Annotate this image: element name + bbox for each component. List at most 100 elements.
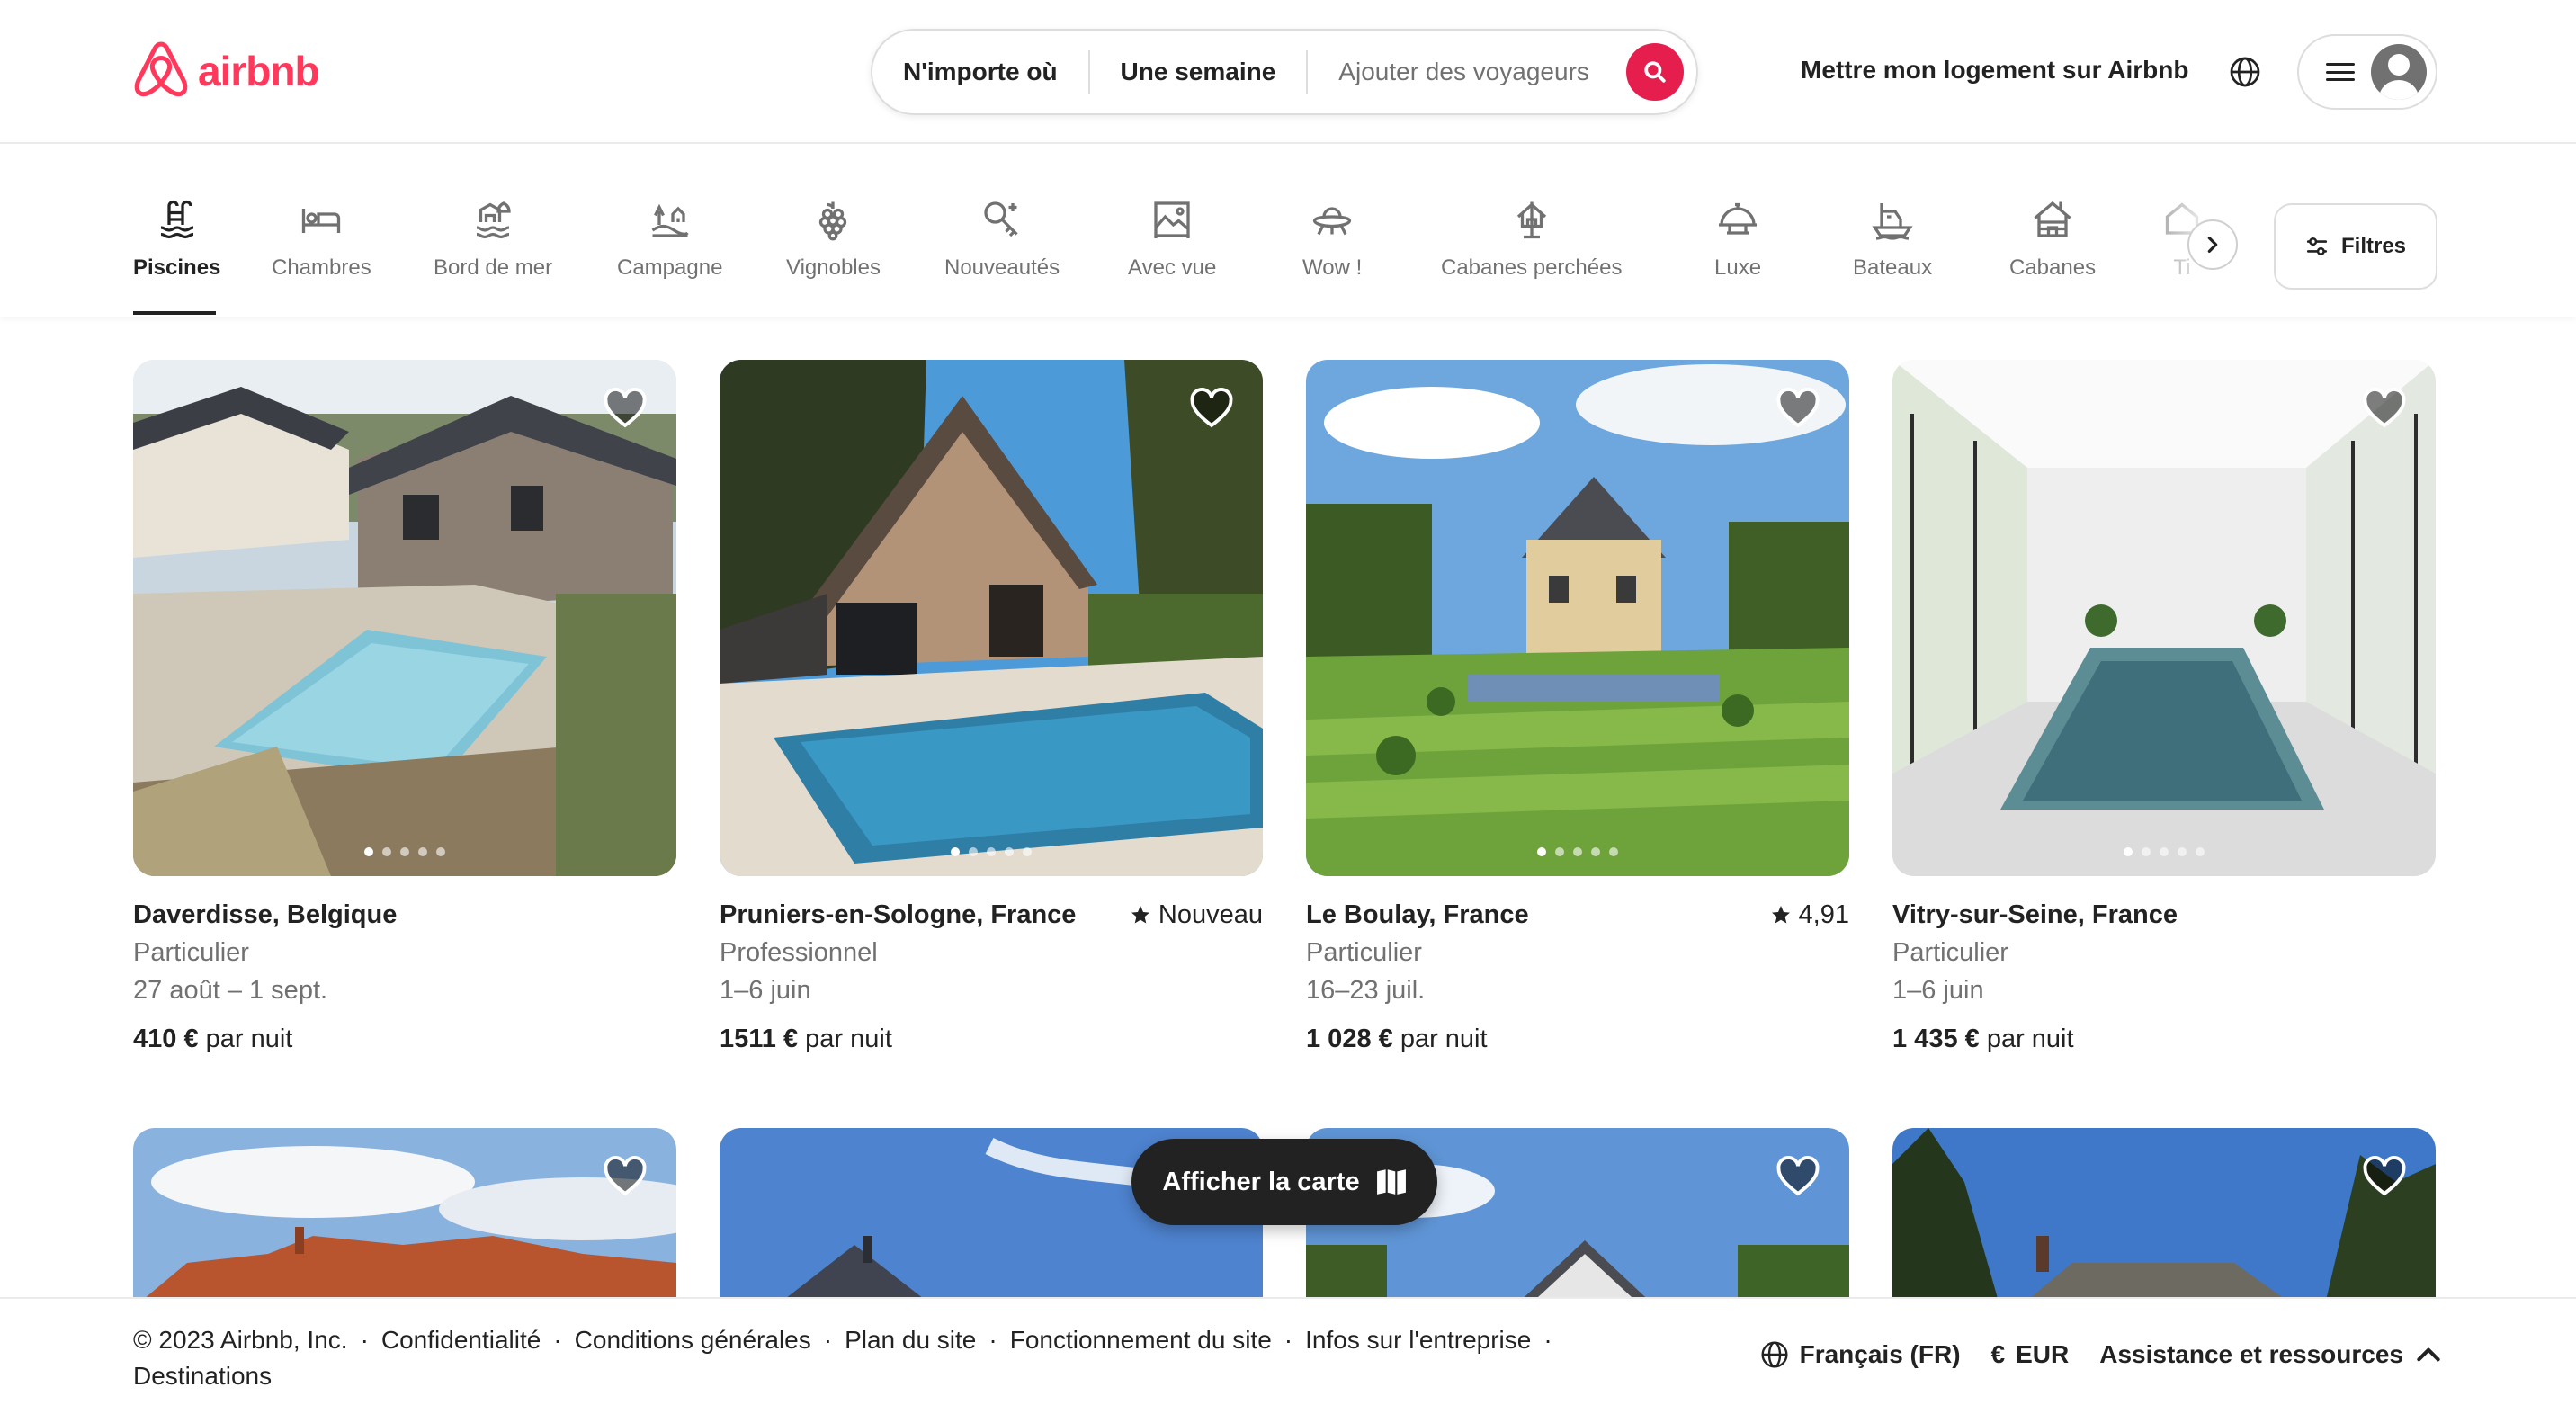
category-cabanes[interactable]: Cabanes [2009, 198, 2096, 281]
view-icon [1154, 201, 1190, 238]
listing-info: Le Boulay, France 4,91 Particulier 16–23… [1306, 896, 1849, 1058]
bed-icon [302, 209, 341, 233]
host-link[interactable]: Mettre mon logement sur Airbnb [1801, 56, 2188, 85]
heart-icon[interactable] [603, 1155, 648, 1196]
key-sparkle-icon [984, 201, 1018, 237]
listing-location: Le Boulay, France [1306, 900, 1529, 929]
footer-links: © 2023 Airbnb, Inc. · Confidentialité · Cond… [133, 1322, 1626, 1394]
listing-photo[interactable] [1892, 360, 2436, 876]
category-label: Campagne [617, 255, 723, 280]
filters-button[interactable]: Filtres [2274, 203, 2437, 290]
category-bateaux[interactable]: Bateaux [1853, 198, 1932, 281]
listing-price-amount: 410 € [133, 1025, 199, 1053]
listing-price-amount: 1 435 € [1892, 1025, 1980, 1053]
listing-price: 1511 € par nuit [720, 1020, 1263, 1058]
listing-photo[interactable] [720, 360, 1263, 876]
support-button[interactable]: Assistance et ressources [2099, 1340, 2443, 1369]
listing-price-amount: 1511 € [720, 1025, 799, 1053]
footer-link-privacy[interactable]: Confidentialité [381, 1326, 541, 1354]
category-bord-de-mer[interactable]: Bord de mer [434, 198, 552, 281]
treehouse-icon [1516, 201, 1546, 239]
category-next-button[interactable] [2187, 219, 2238, 270]
footer-settings: Français (FR) € EUR Assistance et ressou… [1760, 1340, 2443, 1369]
category-vignobles[interactable]: Vignobles [786, 198, 881, 281]
user-menu-button[interactable] [2297, 34, 2437, 110]
globe-icon[interactable] [2229, 56, 2261, 88]
heart-icon[interactable] [1189, 387, 1234, 428]
listing-card[interactable]: Vitry-sur-Seine, France Particulier 1–6 … [1892, 360, 2436, 1058]
footer-separator: · [988, 1326, 997, 1354]
listing-host-type: Professionnel [720, 938, 878, 967]
language-label: Français (FR) [1799, 1340, 1961, 1368]
listing-dates: 1–6 juin [720, 976, 811, 1005]
listing-price: 410 € par nuit [133, 1020, 676, 1058]
category-label: Bateaux [1853, 255, 1933, 280]
listing-card[interactable]: Le Boulay, France 4,91 Particulier 16–23… [1306, 360, 1849, 1058]
footer-link-destinations[interactable]: Destinations [133, 1362, 272, 1390]
heart-icon[interactable] [1775, 1155, 1820, 1196]
search-guests[interactable]: Ajouter des voyageurs [1308, 58, 1620, 86]
grapes-icon [819, 201, 847, 241]
currency-label: EUR [2016, 1340, 2070, 1368]
category-label: Chambres [272, 255, 371, 280]
currency-button[interactable]: € EUR [1991, 1340, 2070, 1369]
heart-icon[interactable] [1775, 387, 1820, 428]
airbnb-logo-icon [134, 41, 188, 97]
sliders-icon [2306, 237, 2328, 255]
star-icon [1771, 906, 1790, 924]
listing-photo[interactable] [1306, 360, 1849, 876]
language-button[interactable]: Français (FR) [1760, 1340, 1961, 1369]
listing-dates: 27 août – 1 sept. [133, 976, 328, 1005]
category-cabanes-perchees[interactable]: Cabanes perchées [1441, 198, 1622, 281]
category-avec-vue[interactable]: Avec vue [1128, 198, 1216, 281]
category-label: Cabanes perchées [1441, 255, 1623, 280]
listing-card[interactable]: Daverdisse, Belgique Particulier 27 août… [133, 360, 676, 1058]
heart-icon[interactable] [2362, 1155, 2407, 1196]
footer-link-how-it-works[interactable]: Fonctionnement du site [1010, 1326, 1272, 1354]
listing-card[interactable] [1892, 1128, 2436, 1308]
luxe-icon [1719, 202, 1758, 235]
category-bar: Piscines Chambres Bord de mer Campagne V… [0, 146, 2576, 317]
search-where[interactable]: N'importe où [872, 58, 1088, 86]
heart-icon[interactable] [603, 387, 648, 428]
footer-link-sitemap[interactable]: Plan du site [845, 1326, 976, 1354]
footer-separator: · [553, 1326, 562, 1354]
heart-icon[interactable] [2362, 387, 2407, 428]
footer-separator: · [1284, 1326, 1293, 1354]
airbnb-logo[interactable]: airbnb [133, 41, 320, 101]
footer-link-company[interactable]: Infos sur l'entreprise [1305, 1326, 1531, 1354]
currency-symbol: € [1990, 1340, 2006, 1368]
category-label: Cabanes [2009, 255, 2097, 280]
category-label: Avec vue [1128, 255, 1217, 280]
listing-rating: 4,91 [1770, 896, 1849, 934]
listing-photo[interactable] [133, 360, 676, 876]
search-bar[interactable]: N'importe où Une semaine Ajouter des voy… [871, 29, 1698, 115]
chevron-right-icon [2207, 237, 2218, 253]
category-wow[interactable]: Wow ! [1302, 198, 1362, 281]
listing-image [133, 360, 676, 876]
category-piscines[interactable]: Piscines [133, 198, 220, 281]
category-campagne[interactable]: Campagne [617, 198, 722, 281]
listing-price: 1 435 € par nuit [1892, 1020, 2436, 1058]
listing-price-suffix: par nuit [1979, 1025, 2074, 1053]
show-map-label: Afficher la carte [1162, 1167, 1360, 1196]
search-button[interactable] [1626, 43, 1684, 101]
category-label: Bord de mer [434, 255, 553, 280]
category-label: Wow ! [1302, 255, 1363, 280]
search-when[interactable]: Une semaine [1090, 58, 1307, 86]
footer-separator: · [823, 1326, 833, 1354]
show-map-button[interactable]: Afficher la carte [1131, 1139, 1437, 1225]
beach-icon [476, 201, 511, 239]
listing-location: Daverdisse, Belgique [133, 900, 398, 929]
category-luxe[interactable]: Luxe [1714, 198, 1761, 281]
listing-location: Vitry-sur-Seine, France [1892, 900, 2178, 929]
user-avatar-icon [2371, 44, 2427, 100]
listing-image [1306, 360, 1849, 876]
footer-link-terms[interactable]: Conditions générales [575, 1326, 811, 1354]
listing-card[interactable]: Pruniers-en-Sologne, France Nouveau Prof… [720, 360, 1263, 1058]
listing-card[interactable] [133, 1128, 676, 1308]
map-icon [1376, 1169, 1406, 1195]
category-chambres[interactable]: Chambres [272, 198, 371, 281]
hamburger-icon [2326, 59, 2355, 85]
category-nouveautes[interactable]: Nouveautés [944, 198, 1060, 281]
